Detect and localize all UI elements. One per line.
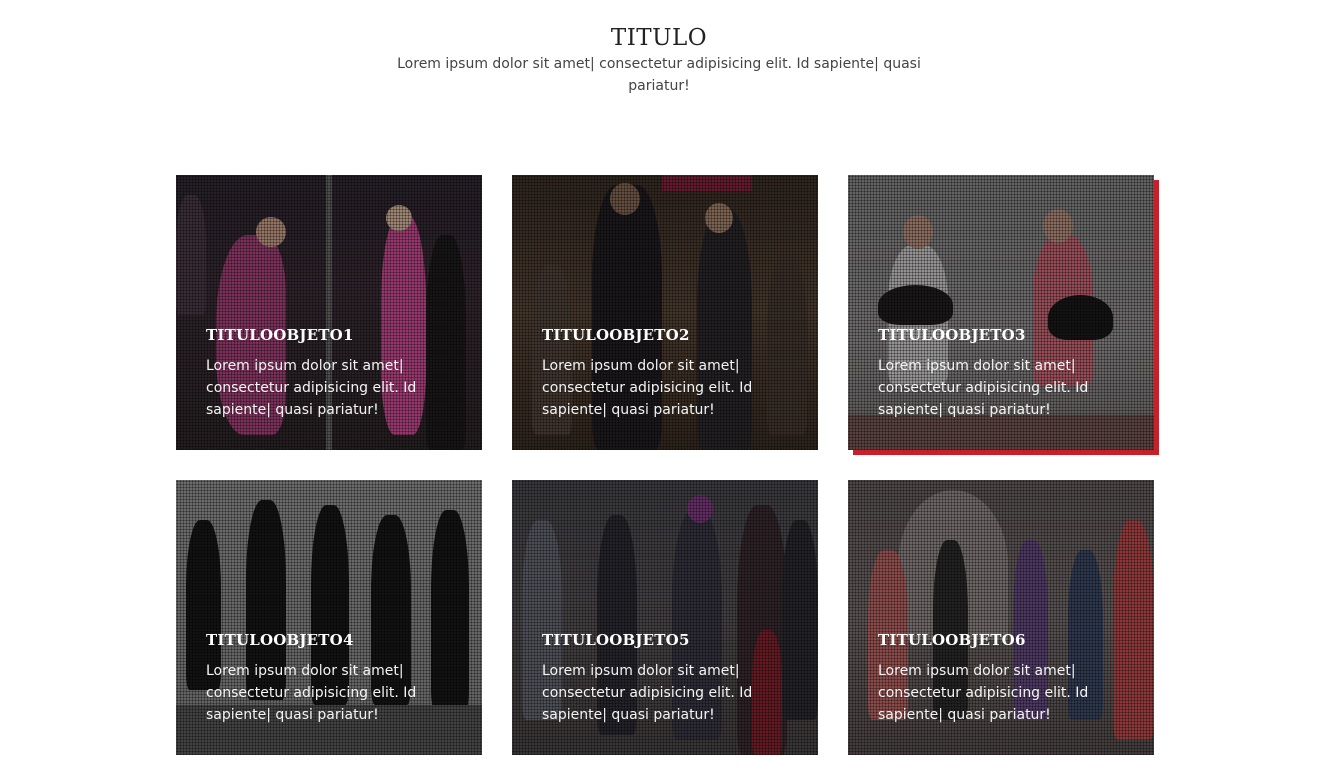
card-description: Lorem ipsum dolor sit amet| consectetur … [542,358,753,418]
card-content: TITULOOBJETO4 Lorem ipsum dolor sit amet… [206,630,456,726]
card-4[interactable]: TITULOOBJETO4 Lorem ipsum dolor sit amet… [176,480,482,755]
card-1[interactable]: TITULOOBJETO1 Lorem ipsum dolor sit amet… [176,175,482,450]
card-content: TITULOOBJETO6 Lorem ipsum dolor sit amet… [878,630,1128,726]
card-description: Lorem ipsum dolor sit amet| consectetur … [206,358,417,418]
card-title: TITULOOBJETO1 [206,326,354,344]
card-6[interactable]: TITULOOBJETO6 Lorem ipsum dolor sit amet… [848,480,1154,755]
card-description: Lorem ipsum dolor sit amet| consectetur … [542,663,753,723]
card-title: TITULOOBJETO6 [878,631,1026,649]
page-header: TITULO Lorem ipsum dolor sit amet| conse… [0,24,1318,97]
card-content: TITULOOBJETO2 Lorem ipsum dolor sit amet… [542,325,792,421]
card-title: TITULOOBJETO3 [878,326,1026,344]
card-title: TITULOOBJETO5 [542,631,690,649]
card-2[interactable]: TITULOOBJETO2 Lorem ipsum dolor sit amet… [512,175,818,450]
card-5[interactable]: TITULOOBJETO5 Lorem ipsum dolor sit amet… [512,480,818,755]
card-3[interactable]: TITULOOBJETO3 Lorem ipsum dolor sit amet… [848,175,1154,450]
card-content: TITULOOBJETO5 Lorem ipsum dolor sit amet… [542,630,792,726]
card-description: Lorem ipsum dolor sit amet| consectetur … [206,663,417,723]
card-description: Lorem ipsum dolor sit amet| consectetur … [878,358,1089,418]
card-description: Lorem ipsum dolor sit amet| consectetur … [878,663,1089,723]
page-subtitle: Lorem ipsum dolor sit amet| consectetur … [397,56,921,94]
card-title: TITULOOBJETO4 [206,631,354,649]
card-content: TITULOOBJETO1 Lorem ipsum dolor sit amet… [206,325,456,421]
page-title: TITULO [610,25,708,51]
card-content: TITULOOBJETO3 Lorem ipsum dolor sit amet… [878,325,1128,421]
card-title: TITULOOBJETO2 [542,326,690,344]
